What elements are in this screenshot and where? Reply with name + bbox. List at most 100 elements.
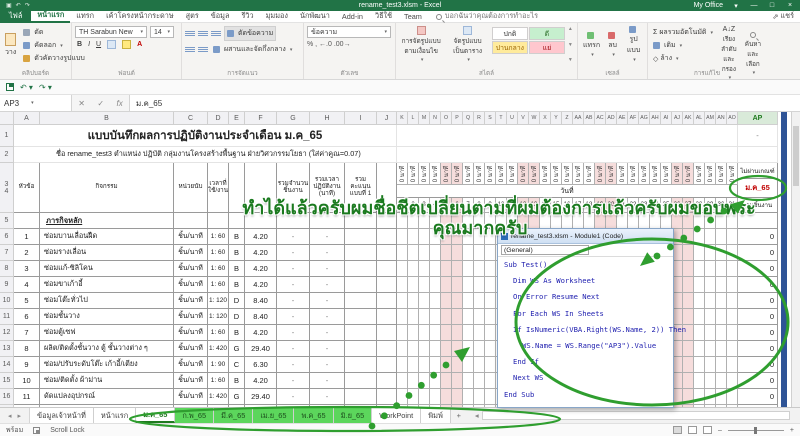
day-cell[interactable] [408, 373, 419, 389]
page-layout-view-icon[interactable] [688, 426, 697, 434]
total-cell[interactable]: 0 [738, 277, 778, 293]
day-cell[interactable] [419, 325, 430, 341]
day-cell[interactable] [408, 389, 419, 405]
col-header-AL[interactable]: AL [694, 112, 705, 125]
time-cell[interactable]: 1: 60 [208, 245, 229, 261]
rotated-zero-cell[interactable]: 0 นาที [573, 163, 584, 185]
day-cell[interactable] [441, 245, 452, 261]
row-header-8[interactable]: 8 [0, 261, 14, 277]
enter-icon[interactable]: ✓ [97, 99, 104, 108]
rotated-zero-cell[interactable]: 0 นาที [562, 163, 573, 185]
sum-cell[interactable]: - [277, 261, 310, 277]
row-number-cell[interactable]: 7 [14, 325, 40, 341]
row-header-6[interactable]: 6 [0, 229, 14, 245]
day-cell[interactable] [683, 229, 694, 245]
name-box[interactable]: AP3▾ [0, 95, 72, 111]
unit-cell[interactable]: ชิ้น/นาที [174, 357, 208, 373]
sheet-tab-3[interactable]: ก.พ_65 [175, 408, 214, 423]
grid-cell[interactable] [397, 147, 738, 163]
sheet-tab-8[interactable]: WorkPoint [372, 408, 421, 423]
day-cell[interactable] [683, 277, 694, 293]
rotated-zero-cell[interactable]: 0 นาที [716, 163, 727, 185]
score-cell[interactable]: 4.20 [245, 325, 277, 341]
activity-cell[interactable]: ผลิต/ติดตั้งชั้นวาง ตู้ ชั้นวางต่าง ๆ [40, 341, 174, 357]
score-cell[interactable]: 4.20 [245, 261, 277, 277]
grid-cell[interactable] [345, 389, 377, 405]
day-cell[interactable] [463, 341, 474, 357]
ribbon-tab-1[interactable]: หน้าแรก [31, 11, 70, 23]
time-cell[interactable]: 1: 60 [208, 229, 229, 245]
day-cell[interactable] [441, 389, 452, 405]
activity-cell[interactable]: ซ่อม/ติดตั้ง ผ้าม่าน [40, 373, 174, 389]
day-cell[interactable] [419, 309, 430, 325]
rotated-zero-cell[interactable]: 0 นาที [419, 163, 430, 185]
activity-cell[interactable]: ซ่อมแก้-ซิลิโคน [40, 261, 174, 277]
zoom-in-icon[interactable]: + [790, 427, 794, 434]
grade-cell[interactable]: D [229, 293, 245, 309]
sheet-tab-4[interactable]: มี.ค_65 [214, 408, 253, 423]
grid-cell[interactable] [377, 309, 397, 325]
row-number-cell[interactable]: 6 [14, 309, 40, 325]
font-color-icon[interactable]: A [137, 41, 142, 48]
time-cell[interactable]: 1: 120 [208, 309, 229, 325]
unit-cell[interactable]: ชิ้น/นาที [174, 261, 208, 277]
day-cell[interactable] [441, 341, 452, 357]
merge-center-button[interactable]: ผสานและจัดกึ่งกลาง▾ [211, 43, 294, 56]
ribbon-tab-0[interactable]: ไฟล์ [0, 11, 31, 23]
row-header-16[interactable]: 16 [0, 389, 14, 405]
grade-cell[interactable]: B [229, 261, 245, 277]
section-title-cell[interactable]: ภารกิจหลัก [40, 213, 174, 229]
day-cell[interactable] [441, 309, 452, 325]
day-cell[interactable] [683, 245, 694, 261]
day-cell[interactable] [705, 229, 716, 245]
col-header-AM[interactable]: AM [705, 112, 716, 125]
grid-cell[interactable] [345, 277, 377, 293]
day-cell[interactable] [397, 389, 408, 405]
sum-cell[interactable]: - [277, 325, 310, 341]
rotated-zero-cell[interactable]: 0 นาที [727, 163, 738, 185]
day-cell[interactable] [694, 277, 705, 293]
ribbon-tab-11[interactable]: Team [398, 11, 428, 23]
cell-style-chip-0[interactable]: ปกติ [492, 27, 528, 40]
day-cell[interactable] [485, 277, 496, 293]
grid-cell[interactable] [377, 341, 397, 357]
header-item[interactable]: หัวข้อ [14, 163, 40, 213]
rotated-zero-cell[interactable]: 0 นาที [650, 163, 661, 185]
day-cell[interactable] [474, 309, 485, 325]
sum-cell[interactable]: - [277, 341, 310, 357]
day-cell[interactable] [485, 261, 496, 277]
rotated-zero-cell[interactable]: 0 นาที [485, 163, 496, 185]
day-cell[interactable] [474, 261, 485, 277]
day-cell[interactable] [408, 245, 419, 261]
col-header-Z[interactable]: Z [562, 112, 573, 125]
day-cell[interactable] [485, 389, 496, 405]
tell-me-search[interactable]: บอกฉันว่าคุณต้องการทำอะไร [436, 11, 538, 22]
total-cell[interactable]: 0 [738, 229, 778, 245]
day-cell[interactable] [430, 293, 441, 309]
ribbon-options-icon[interactable]: ▾ [731, 2, 741, 10]
unit-cell[interactable]: ชิ้น/นาที [174, 277, 208, 293]
total-cell[interactable]: 0 [738, 245, 778, 261]
day-cell[interactable] [452, 325, 463, 341]
rotated-zero-cell[interactable]: 0 นาที [661, 163, 672, 185]
score-cell[interactable]: 8.40 [245, 309, 277, 325]
next-sheet-icon[interactable]: ▸ [18, 412, 22, 420]
activity-cell[interactable]: ซ่อม/ปรับระดับโต๊ะ เก้าอี้/เตียง [40, 357, 174, 373]
rotated-zero-cell[interactable]: 0 นาที [595, 163, 606, 185]
day-cell[interactable] [430, 357, 441, 373]
unit-cell[interactable]: ชิ้น/นาที [174, 229, 208, 245]
day-cell[interactable] [463, 309, 474, 325]
day-cell[interactable] [474, 357, 485, 373]
total-cell[interactable]: 0 [738, 341, 778, 357]
col-header-G[interactable]: G [277, 112, 310, 125]
sum-cell[interactable]: - [277, 357, 310, 373]
format-as-table-button[interactable]: จัดรูปแบบเป็นตาราง▾ [446, 26, 489, 63]
col-header-P[interactable]: P [452, 112, 463, 125]
account-name[interactable]: My Office [694, 2, 723, 9]
time-cell[interactable]: 1: 60 [208, 325, 229, 341]
sheet-tab-1[interactable]: หน้าแรก [94, 408, 136, 423]
day-cell[interactable] [683, 309, 694, 325]
row-number-cell[interactable]: 9 [14, 357, 40, 373]
day-cell[interactable] [430, 245, 441, 261]
minimize-button[interactable]: — [749, 2, 759, 9]
